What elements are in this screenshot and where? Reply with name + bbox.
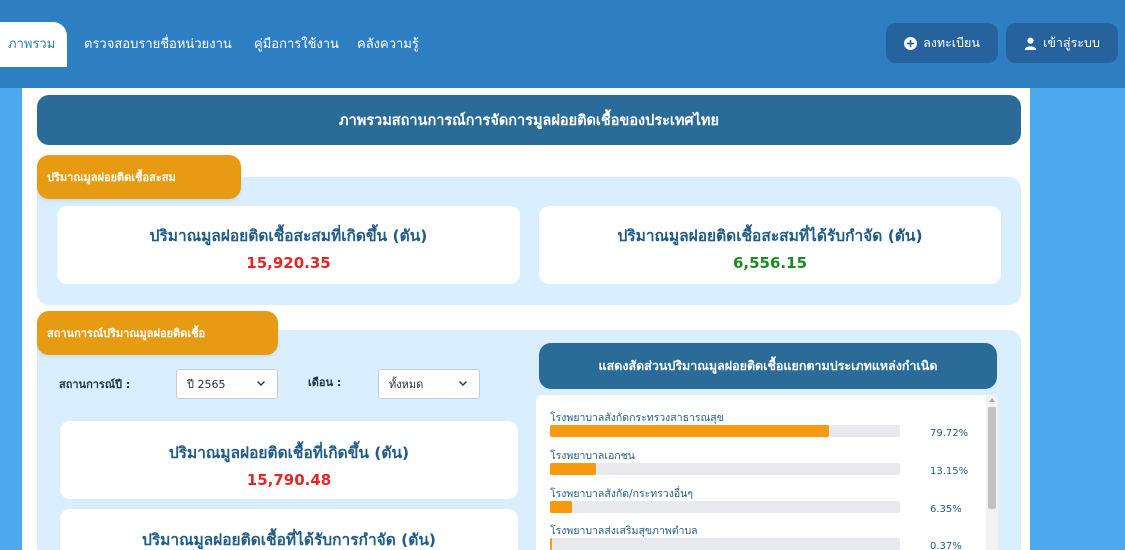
tab-knowledge-base[interactable]: คลังความรู้ <box>357 22 419 67</box>
progress-fill <box>550 425 830 437</box>
progress-track <box>550 501 900 513</box>
source-name: โรงพยาบาลสังกัด/กระทรวงอื่นๆ <box>550 488 693 500</box>
source-name: โรงพยาบาลสังกัดกระทรวงสาธารณสุข <box>550 412 724 424</box>
list-item: โรงพยาบาลสังกัด/กระทรวงอื่นๆ 6.35% <box>550 485 970 521</box>
login-label: เข้าสู่ระบบ <box>1043 35 1100 50</box>
main-content: ภาพรวมสถานการณ์การจัดการมูลฝอยติดเชื้อขอ… <box>22 88 1030 550</box>
top-navbar: ภาพรวม ตรวจสอบรายชื่อหน่วยงาน คู่มือการใ… <box>0 0 1125 88</box>
tab-overview[interactable]: ภาพรวม <box>0 22 68 67</box>
chevron-down-icon <box>459 381 467 386</box>
register-button[interactable]: ลงทะเบียน <box>886 23 998 63</box>
sources-list: โรงพยาบาลสังกัดกระทรวงสาธารณสุข 79.72% โ… <box>536 395 998 550</box>
situation-generated-value: 15,790.48 <box>246 471 332 489</box>
chevron-down-icon <box>257 381 265 386</box>
progress-fill <box>550 463 597 475</box>
situation-section-label: สถานการณ์ปริมาณมูลฝอยติดเชื้อ <box>37 311 278 355</box>
user-icon <box>1024 37 1037 50</box>
situation-generated-card: ปริมาณมูลฝอยติดเชื้อที่เกิดขึ้น (ตัน) 15… <box>60 421 518 499</box>
scrollbar-thumb[interactable] <box>988 407 996 509</box>
plus-circle-icon <box>904 36 918 50</box>
page-title: ภาพรวมสถานการณ์การจัดการมูลฝอยติดเชื้อขอ… <box>37 95 1021 145</box>
sources-title: แสดงสัดส่วนปริมาณมูลฝอยติดเชื้อแยกตามประ… <box>539 343 997 389</box>
source-percent: 6.35% <box>930 504 962 515</box>
login-button[interactable]: เข้าสู่ระบบ <box>1006 23 1118 63</box>
situation-generated-title: ปริมาณมูลฝอยติดเชื้อที่เกิดขึ้น (ตัน) <box>168 444 410 462</box>
year-select-value: ปี 2565 <box>187 378 226 391</box>
progress-fill <box>550 538 553 550</box>
month-select[interactable]: ทั้งหมด <box>378 369 480 399</box>
list-item: โรงพยาบาลเอกชน 13.15% <box>550 447 970 483</box>
year-select[interactable]: ปี 2565 <box>176 369 278 399</box>
year-filter-label: สถานการณ์ปี : <box>59 378 131 391</box>
month-select-value: ทั้งหมด <box>389 378 424 391</box>
source-percent: 0.37% <box>930 541 962 550</box>
progress-track <box>550 463 900 475</box>
accumulated-disposed-title: ปริมาณมูลฝอยติดเชื้อสะสมที่ได้รับกำจัด (… <box>617 227 923 245</box>
progress-track <box>550 425 900 437</box>
register-label: ลงทะเบียน <box>923 35 980 50</box>
list-scrollbar[interactable] <box>986 395 998 550</box>
situation-disposed-title: ปริมาณมูลฝอยติดเชื้อที่ได้รับการกำจัด (ต… <box>141 531 437 549</box>
list-item: โรงพยาบาลส่งเสริมสุขภาพตำบล 0.37% <box>550 522 970 550</box>
source-percent: 79.72% <box>930 428 969 439</box>
accumulated-generated-value: 15,920.35 <box>246 254 331 272</box>
progress-fill <box>550 501 573 513</box>
tab-check-agencies[interactable]: ตรวจสอบรายชื่อหน่วยงาน <box>84 22 232 67</box>
accumulated-generated-card: ปริมาณมูลฝอยติดเชื้อสะสมที่เกิดขึ้น (ตัน… <box>57 206 520 284</box>
list-item: โรงพยาบาลสังกัดกระทรวงสาธารณสุข 79.72% <box>550 409 970 445</box>
accumulated-generated-title: ปริมาณมูลฝอยติดเชื้อสะสมที่เกิดขึ้น (ตัน… <box>149 227 428 245</box>
scroll-up-arrow-icon[interactable] <box>989 398 995 402</box>
tab-user-manual[interactable]: คู่มือการใช้งาน <box>254 22 339 67</box>
situation-disposed-card: ปริมาณมูลฝอยติดเชื้อที่ได้รับการกำจัด (ต… <box>60 509 518 550</box>
source-name: โรงพยาบาลเอกชน <box>550 450 635 462</box>
source-percent: 13.15% <box>930 466 969 477</box>
accumulated-section-label: ปริมาณมูลฝอยติดเชื้อสะสม <box>37 155 241 199</box>
accumulated-disposed-value: 6,556.15 <box>732 254 808 272</box>
month-filter-label: เดือน : <box>308 376 342 389</box>
accumulated-disposed-card: ปริมาณมูลฝอยติดเชื้อสะสมที่ได้รับกำจัด (… <box>539 206 1001 284</box>
progress-track <box>550 538 900 550</box>
source-name: โรงพยาบาลส่งเสริมสุขภาพตำบล <box>550 525 698 537</box>
